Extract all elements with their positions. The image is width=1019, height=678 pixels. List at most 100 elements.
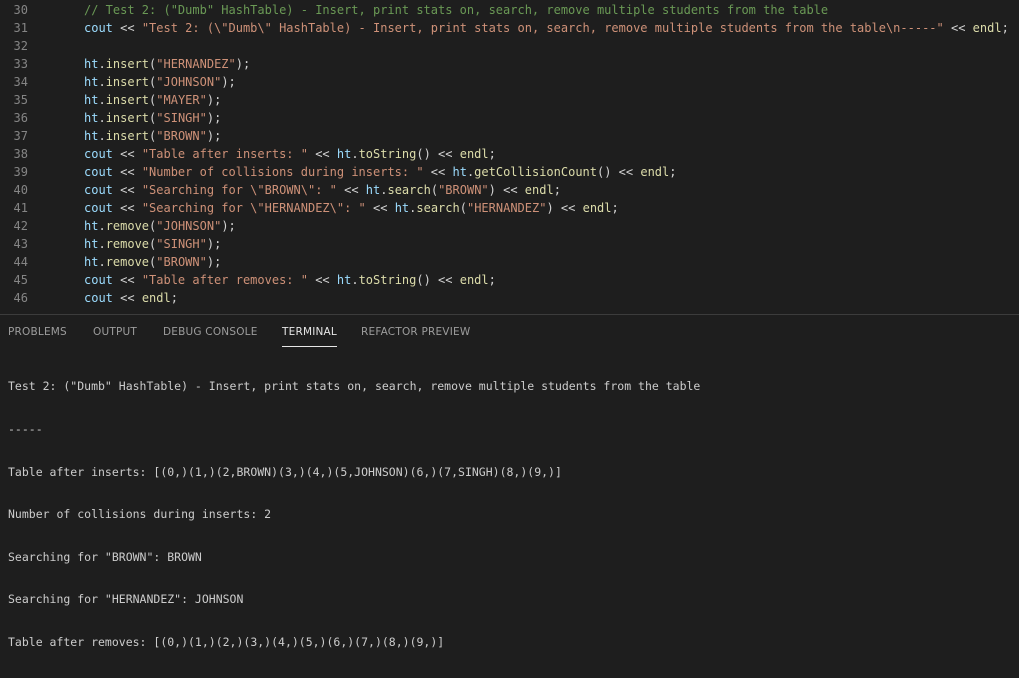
code-token: ht — [84, 93, 99, 107]
code-token: ; — [488, 147, 496, 161]
code-token: ht — [394, 201, 410, 215]
code-token: toString — [358, 147, 417, 161]
code-line[interactable]: 40 cout << "Searching for \"BROWN\": " <<… — [0, 181, 1019, 199]
code-token: << — [943, 21, 973, 35]
code-text: ht.insert("HERNANDEZ"); — [84, 55, 250, 73]
code-line[interactable]: 33 ht.insert("HERNANDEZ"); — [0, 55, 1019, 73]
code-token: "HERNANDEZ" — [156, 57, 236, 71]
code-token: search — [387, 183, 431, 197]
code-token: "Number of collisions during inserts: " — [141, 165, 424, 179]
tab-refactor-preview[interactable]: REFACTOR PREVIEW — [361, 326, 470, 338]
code-token: insert — [105, 75, 150, 89]
code-token: remove — [105, 219, 150, 233]
code-token: . — [351, 273, 359, 287]
terminal-line: ----- — [8, 422, 43, 436]
line-number: 44 — [13, 255, 28, 269]
code-token: . — [98, 255, 106, 269]
code-line[interactable]: 42 ht.remove("JOHNSON"); — [0, 217, 1019, 235]
code-token: . — [98, 111, 106, 125]
code-token: cout — [84, 273, 113, 287]
code-token: ); — [206, 237, 222, 251]
code-text: // Test 2: ("Dumb" HashTable) - Insert, … — [84, 1, 828, 19]
line-number: 43 — [13, 237, 28, 251]
code-token: ); — [206, 93, 222, 107]
panel-tab-bar: PROBLEMS OUTPUT DEBUG CONSOLE TERMINAL R… — [0, 315, 1019, 351]
code-token: . — [98, 129, 106, 143]
code-token: . — [98, 93, 106, 107]
code-token: "BROWN" — [156, 129, 207, 143]
line-number: 34 — [13, 75, 28, 89]
code-token: toString — [358, 273, 417, 287]
code-line[interactable]: 39 cout << "Number of collisions during i… — [0, 163, 1019, 181]
code-line[interactable]: 31 cout << "Test 2: (\"Dumb\" HashTable) … — [0, 19, 1019, 37]
terminal-output[interactable]: Test 2: ("Dumb" HashTable) - Insert, pri… — [8, 351, 1013, 649]
tab-debug-console[interactable]: DEBUG CONSOLE — [163, 326, 258, 338]
code-line[interactable]: 34 ht.insert("JOHNSON"); — [0, 73, 1019, 91]
code-token: . — [98, 75, 106, 89]
code-token: () — [416, 147, 431, 161]
tab-terminal[interactable]: TERMINAL — [282, 326, 337, 347]
code-text: cout << "Test 2: (\"Dumb\" HashTable) - … — [84, 19, 1009, 37]
code-token: ; — [488, 273, 496, 287]
line-number: 46 — [13, 291, 28, 305]
code-token: () — [416, 273, 431, 287]
code-line[interactable]: 36 ht.insert("SINGH"); — [0, 109, 1019, 127]
line-number: 30 — [13, 3, 28, 17]
code-token: cout — [84, 21, 113, 35]
code-token: ); — [206, 111, 222, 125]
code-token: endl — [459, 147, 489, 161]
code-token: ( — [430, 183, 439, 197]
code-editor[interactable]: 30 // Test 2: ("Dumb" HashTable) - Insert… — [0, 0, 1019, 314]
code-token: endl — [582, 201, 612, 215]
code-token: ); — [235, 57, 251, 71]
code-token: ); — [221, 219, 236, 233]
code-token: ); — [221, 75, 236, 89]
code-token: << — [112, 21, 142, 35]
code-token: getCollisionCount — [474, 165, 597, 179]
code-token: ht — [84, 237, 99, 251]
code-text: ht.remove("SINGH"); — [84, 235, 221, 253]
code-token: "Searching for \"HERNANDEZ\": " — [141, 201, 366, 215]
code-text: ht.remove("BROWN"); — [84, 253, 221, 271]
code-token: << — [112, 273, 142, 287]
terminal-line: Number of collisions during inserts: 2 — [8, 507, 272, 522]
code-line[interactable]: 38 cout << "Table after inserts: " << ht.… — [0, 145, 1019, 163]
code-line[interactable]: 37 ht.insert("BROWN"); — [0, 127, 1019, 145]
code-line[interactable]: 46 cout << endl; — [0, 289, 1019, 307]
line-number: 31 — [13, 21, 28, 35]
code-token: endl — [524, 183, 554, 197]
code-line[interactable]: 41 cout << "Searching for \"HERNANDEZ\": … — [0, 199, 1019, 217]
code-token: "SINGH" — [156, 111, 207, 125]
code-token: << — [553, 201, 583, 215]
code-line[interactable]: 35 ht.insert("MAYER"); — [0, 91, 1019, 109]
code-line[interactable]: 32 — [0, 37, 1019, 55]
code-token: << — [307, 147, 337, 161]
code-token: "Table after removes: " — [141, 273, 308, 287]
code-line[interactable]: 43 ht.remove("SINGH"); — [0, 235, 1019, 253]
code-token: insert — [105, 93, 150, 107]
code-token: << — [112, 165, 142, 179]
code-token: ; — [669, 165, 677, 179]
code-token: << — [336, 183, 366, 197]
code-line[interactable]: 44 ht.remove("BROWN"); — [0, 253, 1019, 271]
code-line[interactable]: 45 cout << "Table after removes: " << ht.… — [0, 271, 1019, 289]
line-number: 32 — [13, 39, 28, 53]
code-token: << — [112, 201, 142, 215]
tab-output[interactable]: OUTPUT — [93, 326, 137, 338]
code-token: . — [98, 237, 106, 251]
code-token: cout — [84, 165, 113, 179]
code-token: << — [611, 165, 641, 179]
code-token: ; — [1001, 21, 1009, 35]
code-token: insert — [105, 111, 150, 125]
code-token: ); — [206, 129, 222, 143]
code-token: << — [112, 291, 142, 305]
line-number: 42 — [13, 219, 28, 233]
code-token: "Table after inserts: " — [141, 147, 308, 161]
code-token: << — [430, 147, 460, 161]
tab-problems[interactable]: PROBLEMS — [8, 326, 67, 338]
code-line[interactable]: 30 // Test 2: ("Dumb" HashTable) - Insert… — [0, 1, 1019, 19]
code-token: endl — [972, 21, 1002, 35]
code-token: cout — [84, 201, 113, 215]
code-token: ht — [365, 183, 381, 197]
code-token: ht — [84, 219, 99, 233]
